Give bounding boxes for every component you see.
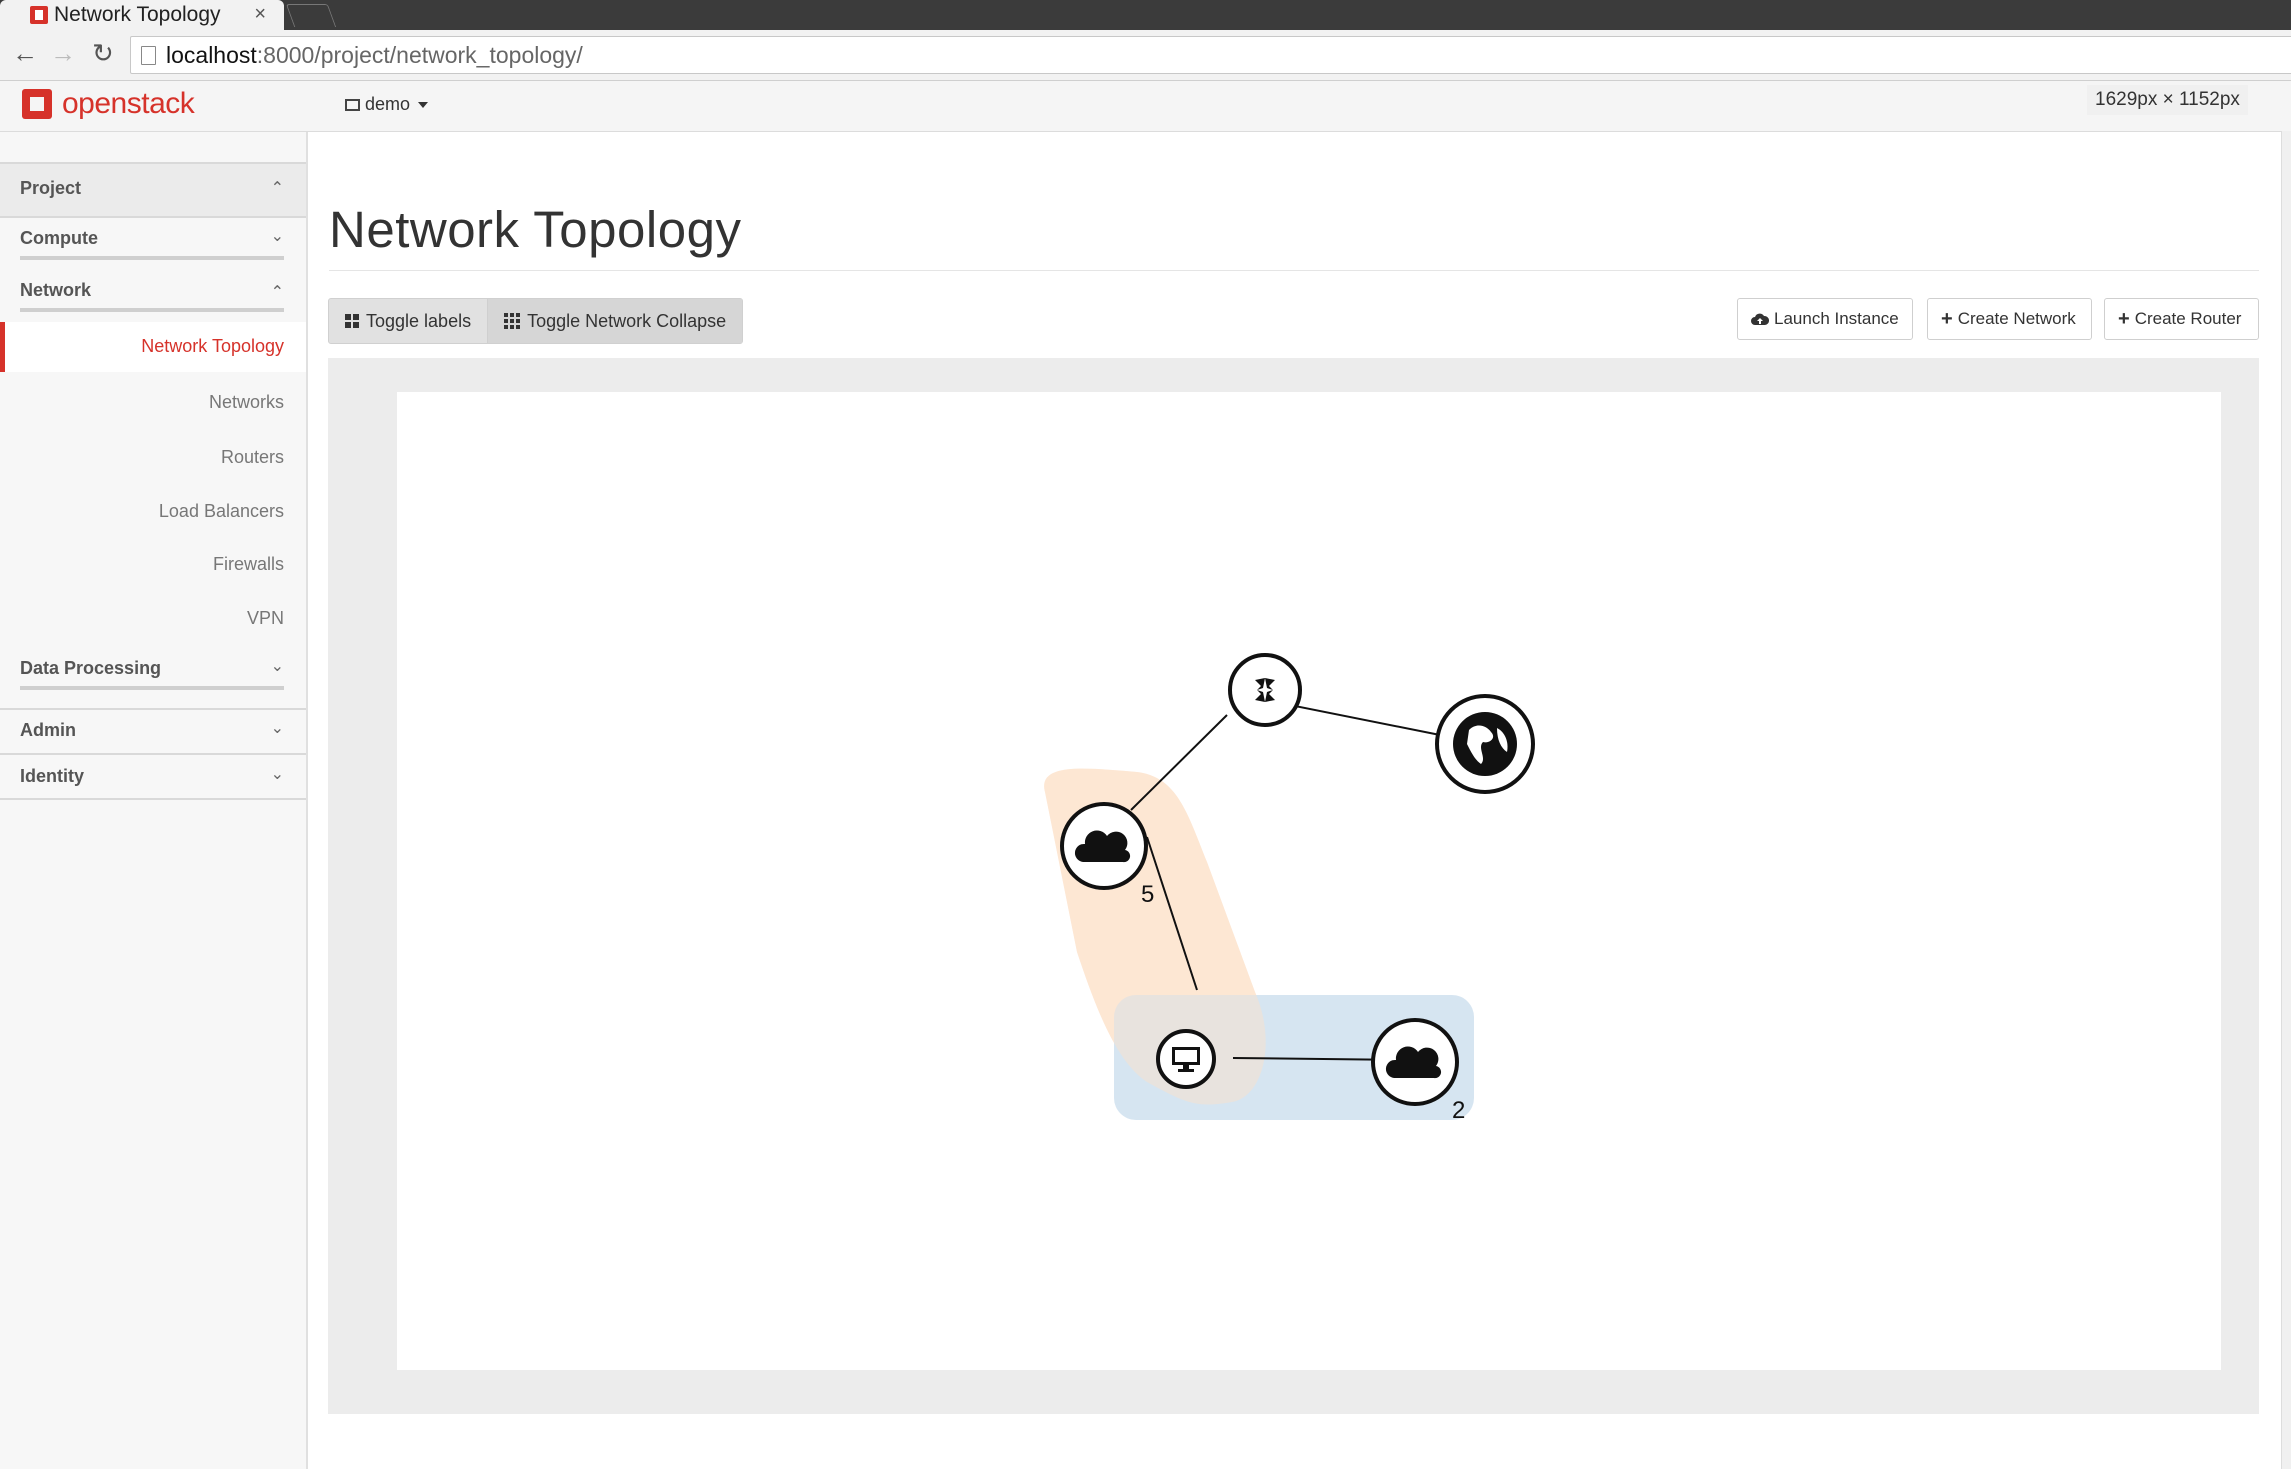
tab-close-icon[interactable]: × <box>254 3 266 26</box>
sidebar-section-label: Network <box>20 280 92 300</box>
sidebar-section-label: Compute <box>20 228 98 248</box>
topology-canvas[interactable]: 5 2 <box>397 392 2221 1370</box>
chevron-down-icon: ⌄ <box>270 228 284 245</box>
new-tab-button[interactable] <box>285 4 337 27</box>
cloud-upload-icon <box>1751 313 1769 325</box>
plus-icon: + <box>2118 307 2130 330</box>
sidebar-item-networks[interactable]: Networks <box>209 392 284 413</box>
sidebar-section-label: Project <box>20 178 82 198</box>
sidebar-section-label: Identity <box>20 766 85 786</box>
network-a-count: 5 <box>1141 881 1154 908</box>
external-network-node[interactable] <box>1435 694 1535 794</box>
sidebar-item-firewalls[interactable]: Firewalls <box>213 554 284 575</box>
page-title: Network Topology <box>329 201 742 258</box>
th-grid-icon <box>504 313 521 329</box>
forward-arrow-icon[interactable]: → <box>50 38 76 69</box>
openstack-favicon-icon <box>30 6 48 24</box>
th-large-icon <box>345 314 359 328</box>
sidebar-item-label: Network Topology <box>141 336 284 356</box>
topology-graph[interactable]: 5 2 <box>397 392 2221 1370</box>
chevron-down-icon: ⌄ <box>270 658 284 675</box>
sidebar-item-routers[interactable]: Routers <box>221 447 284 468</box>
sidebar: Project ⌃ Compute ⌄ Network ⌃ Network To… <box>0 132 308 1469</box>
router-node[interactable] <box>1228 653 1302 727</box>
divider <box>0 708 306 710</box>
network-b-node[interactable] <box>1371 1018 1459 1106</box>
instance-node[interactable] <box>1156 1029 1216 1089</box>
create-network-button[interactable]: + Create Network <box>1927 298 2092 340</box>
launch-instance-button[interactable]: Launch Instance <box>1737 298 1913 340</box>
toggle-button-group: Toggle labels Toggle Network Collapse <box>328 298 744 344</box>
dimensions-overlay: 1629px × 1152px <box>2087 85 2248 115</box>
sidebar-section-network[interactable]: Network ⌃ <box>0 276 306 324</box>
app-header: openstack demo 1629px × 1152px <box>0 81 2291 132</box>
sidebar-section-compute[interactable]: Compute ⌄ <box>0 224 306 272</box>
sidebar-section-data-processing[interactable]: Data Processing ⌄ <box>0 654 306 702</box>
url-host: localhost <box>166 41 257 68</box>
back-arrow-icon[interactable]: ← <box>12 38 38 69</box>
section-divider <box>20 308 284 312</box>
title-divider <box>329 270 2259 271</box>
reload-icon[interactable]: ↻ <box>92 38 114 69</box>
page-document-icon <box>141 45 156 65</box>
plus-icon: + <box>1941 307 1953 330</box>
openstack-logo-icon[interactable] <box>22 89 52 119</box>
chevron-down-icon: ⌄ <box>270 720 284 737</box>
create-router-button[interactable]: + Create Router <box>2104 298 2259 340</box>
sidebar-section-admin[interactable]: Admin ⌄ <box>0 712 306 752</box>
toggle-collapse-label: Toggle Network Collapse <box>527 310 727 331</box>
network-b-count: 2 <box>1452 1097 1465 1124</box>
sidebar-section-identity[interactable]: Identity ⌄ <box>0 756 306 796</box>
browser-tab[interactable]: Network Topology × <box>0 0 284 30</box>
launch-instance-label: Launch Instance <box>1774 309 1899 328</box>
project-switcher[interactable]: demo <box>345 94 429 115</box>
project-name: demo <box>365 94 411 114</box>
chevron-down-icon: ⌄ <box>270 766 284 783</box>
logo-text[interactable]: openstack <box>62 87 195 121</box>
address-bar[interactable]: localhost:8000/project/network_topology/ <box>130 36 2291 74</box>
browser-toolbar: ← → ↻ localhost:8000/project/network_top… <box>0 30 2291 81</box>
create-router-label: Create Router <box>2134 309 2242 328</box>
url-path: :8000/project/network_topology/ <box>256 41 583 68</box>
project-list-icon <box>345 98 360 111</box>
chevron-up-icon: ⌃ <box>270 284 284 301</box>
toggle-network-collapse-button[interactable]: Toggle Network Collapse <box>487 299 743 343</box>
toggle-labels-button[interactable]: Toggle labels <box>329 299 487 343</box>
network-a-node[interactable] <box>1060 802 1148 890</box>
section-divider <box>20 686 284 690</box>
globe-icon <box>1453 712 1517 776</box>
toggle-labels-label: Toggle labels <box>366 310 472 331</box>
caret-down-icon <box>418 101 429 108</box>
sidebar-item-vpn[interactable]: VPN <box>247 608 284 629</box>
browser-tabstrip: Network Topology × <box>0 0 2291 30</box>
sidebar-item-load-balancers[interactable]: Load Balancers <box>159 501 284 522</box>
sidebar-section-label: Data Processing <box>20 658 162 678</box>
divider <box>0 798 306 800</box>
link-router-network-a <box>1130 714 1228 811</box>
sidebar-section-label: Admin <box>20 720 76 740</box>
topology-canvas-frame: 5 2 <box>328 358 2259 1414</box>
section-divider <box>20 256 284 260</box>
sidebar-section-project[interactable]: Project ⌃ <box>0 162 306 218</box>
sidebar-item-network-topology[interactable]: Network Topology <box>0 322 306 372</box>
chevron-up-icon: ⌃ <box>270 180 284 197</box>
page-scrollbar[interactable] <box>2281 131 2291 1469</box>
create-network-label: Create Network <box>1957 309 2076 328</box>
tab-title: Network Topology <box>54 3 221 26</box>
divider <box>0 753 306 755</box>
